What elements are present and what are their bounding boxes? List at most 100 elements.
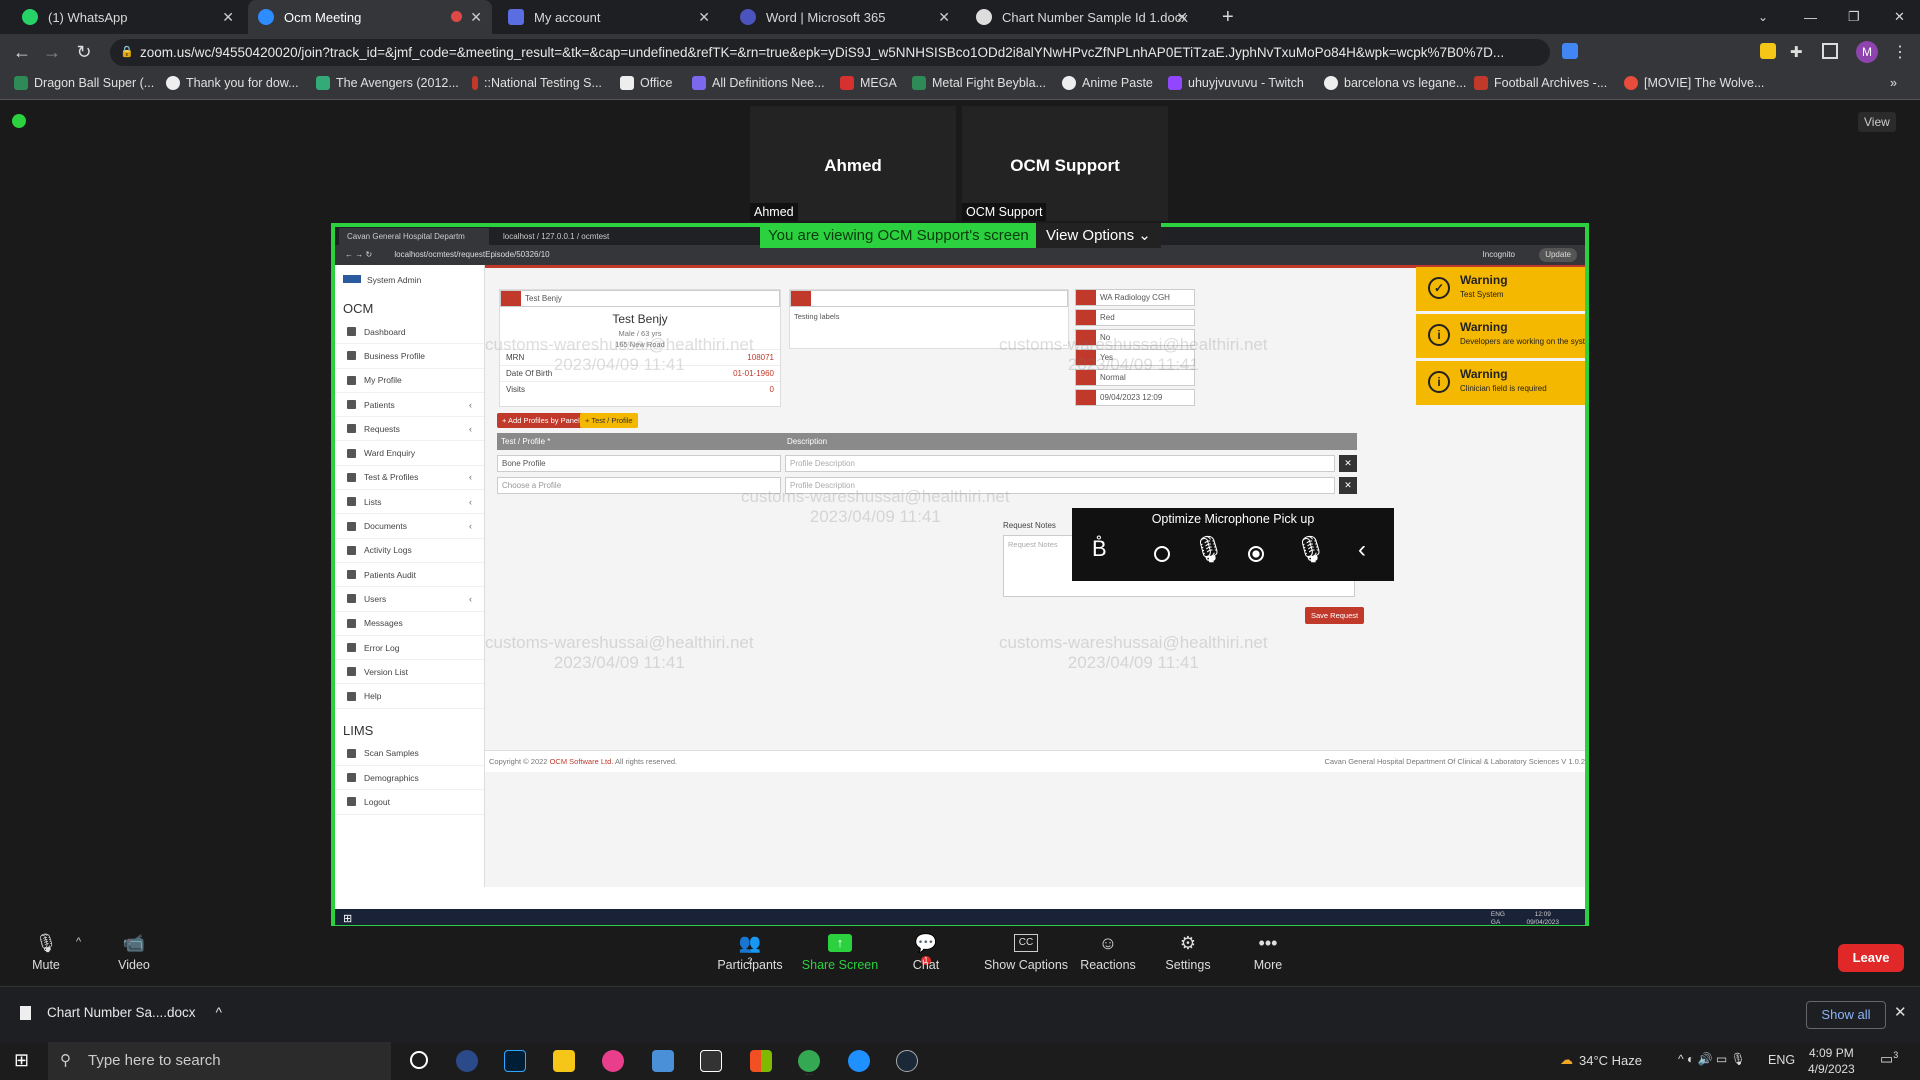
profile-select[interactable]: Choose a Profile (497, 477, 781, 494)
bookmark-item[interactable]: Dragon Ball Super (... (14, 76, 154, 90)
sidebar-item-messages[interactable]: Messages (335, 612, 484, 636)
sidebar-item-patients[interactable]: Patients ‹ (335, 393, 484, 418)
sidebar-item-users[interactable]: Users ‹ (335, 587, 484, 612)
clock[interactable]: 4:09 PM 4/9/2023 (1808, 1045, 1855, 1077)
forward-icon[interactable]: → (42, 42, 62, 62)
steam-icon[interactable] (896, 1050, 918, 1072)
extension-icon[interactable] (1760, 43, 1776, 59)
close-tab-icon[interactable]: ✕ (698, 9, 710, 26)
participant-tile-ahmed[interactable]: Ahmed Ahmed (750, 106, 956, 221)
warning-toast[interactable]: i WarningClinician field is required ✕ (1416, 361, 1585, 405)
photoshop-icon[interactable] (504, 1050, 526, 1072)
view-button[interactable]: View (1858, 112, 1896, 132)
sidebar-item-error-log[interactable]: Error Log (335, 636, 484, 661)
epic-games-icon[interactable] (700, 1050, 722, 1072)
save-request-button[interactable]: Save Request (1305, 607, 1365, 624)
close-window-button[interactable]: ✕ (1884, 0, 1915, 34)
bookmark-item[interactable]: The Avengers (2012... (316, 76, 459, 90)
priority-select[interactable]: Red (1075, 309, 1195, 326)
cortana-icon[interactable] (410, 1051, 428, 1069)
show-all-button[interactable]: Show all (1806, 1001, 1886, 1029)
new-tab-button[interactable]: + (1212, 0, 1244, 34)
mic-optimize-popup[interactable]: Optimize Microphone Pick up B̊ 🎙 🎙 ‹ (1072, 508, 1394, 581)
status-select[interactable]: Normal (1075, 369, 1195, 386)
tab-my-account[interactable]: My account ✕ (498, 0, 720, 34)
tab-chart-docx[interactable]: Chart Number Sample Id 1.docx ✕ (966, 0, 1198, 34)
reload-icon[interactable]: ↻ (74, 42, 94, 62)
date-field[interactable]: 09/04/2023 12:09 (1075, 389, 1195, 406)
tab-ocm-meeting[interactable]: Ocm Meeting ✕ (248, 0, 492, 34)
close-tab-icon[interactable]: ✕ (1176, 9, 1188, 26)
sidebar-item-scan-samples[interactable]: Scan Samples (335, 742, 484, 767)
mute-options-icon[interactable]: ^ (76, 936, 81, 948)
download-item[interactable]: Chart Number Sa....docx ^ (20, 1005, 222, 1020)
weather-widget[interactable]: ☁ 34°C Haze (1560, 1052, 1642, 1068)
bookmark-item[interactable]: Office (620, 76, 672, 90)
chat-button[interactable]: 💬1 Chat (886, 934, 966, 972)
test-profile-button[interactable]: + Test / Profile (580, 413, 638, 428)
sidebar-item-help[interactable]: Help (335, 684, 484, 709)
more-button[interactable]: ••• More (1228, 934, 1308, 972)
accessibility-icon[interactable]: B̊ (1092, 536, 1107, 562)
bookmark-item[interactable]: MEGA (840, 76, 897, 90)
sidebar-item-version-list[interactable]: Version List (335, 660, 484, 685)
participants-button[interactable]: 👥2 Participants (710, 934, 790, 972)
remove-row-button[interactable]: ✕ (1339, 455, 1357, 472)
bookmark-item[interactable]: barcelona vs legane... (1324, 76, 1466, 90)
video-button[interactable]: 📹 Video (94, 934, 174, 972)
footer-company-link[interactable]: OCM Software Ltd. (550, 757, 614, 766)
bookmark-item[interactable]: All Definitions Nee... (692, 76, 825, 90)
participant-tile-ocm-support[interactable]: OCM Support OCM Support (962, 106, 1168, 221)
sidebar-item-patients-audit[interactable]: Patients Audit (335, 563, 484, 588)
bookmark-item[interactable]: Metal Fight Beybla... (912, 76, 1046, 90)
mute-button[interactable]: 🎙 Mute (6, 934, 86, 972)
windows-start-icon[interactable]: ⊞ (14, 1050, 29, 1071)
bookmark-item[interactable]: Anime Paste (1062, 76, 1153, 90)
share-screen-button[interactable]: ↑ Share Screen (800, 934, 880, 972)
reactions-button[interactable]: ☺ Reactions (1068, 934, 1148, 972)
location-select[interactable]: WA Radiology CGH (1075, 289, 1195, 306)
profile-description-input[interactable]: Profile Description (785, 455, 1335, 472)
profile-description-input[interactable]: Profile Description (785, 477, 1335, 494)
sidebar-item-lists[interactable]: Lists ‹ (335, 490, 484, 515)
radio-off-icon[interactable] (1154, 546, 1170, 562)
bookmark-item[interactable]: Football Archives -... (1474, 76, 1607, 90)
url-bar[interactable]: 🔒 zoom.us/wc/94550420020/join?track_id=&… (110, 39, 1550, 66)
profile-select[interactable]: Bone Profile (497, 455, 781, 472)
bookmark-item[interactable]: [MOVIE] The Wolve... (1624, 76, 1764, 90)
menu-icon[interactable]: ⋮ (1892, 42, 1908, 62)
minimize-button[interactable]: — (1794, 0, 1827, 34)
profile-avatar[interactable]: M (1856, 41, 1878, 63)
bookmark-item[interactable]: uhuyjvuvuvu - Twitch (1168, 76, 1304, 90)
radio-on-icon[interactable] (1248, 546, 1264, 562)
tab-whatsapp[interactable]: (1) WhatsApp ✕ (12, 0, 244, 34)
sidebar-item-documents[interactable]: Documents ‹ (335, 514, 484, 539)
urgent-select[interactable]: Yes (1075, 349, 1195, 366)
restore-button[interactable]: ❐ (1838, 0, 1870, 34)
warning-toast[interactable]: i Warning Developers are working on the s… (1416, 314, 1585, 358)
tab-search-icon[interactable]: ⌄ (1748, 0, 1778, 34)
puzzle-icon[interactable]: ✚ (1790, 43, 1803, 61)
app-icon[interactable] (456, 1050, 478, 1072)
sidebar-item-demographics[interactable]: Demographics (335, 766, 484, 791)
sidebar-item-dashboard[interactable]: Dashboard (335, 320, 484, 345)
sidepanel-icon[interactable] (1822, 43, 1838, 59)
sidebar-item-logout[interactable]: Logout (335, 790, 484, 815)
leave-button[interactable]: Leave (1838, 944, 1904, 972)
headphones-icon[interactable] (602, 1050, 624, 1072)
app-icon[interactable] (652, 1050, 674, 1072)
sidebar-item-requests[interactable]: Requests ‹ (335, 417, 484, 442)
sidebar-item-test-profiles[interactable]: Test & Profiles ‹ (335, 466, 484, 491)
sidebar-item-activity-logs[interactable]: Activity Logs (335, 539, 484, 563)
collapse-icon[interactable]: ‹ (1358, 536, 1366, 564)
settings-button[interactable]: ⚙ Settings (1148, 934, 1228, 972)
view-options-button[interactable]: View Options ⌄ (1036, 223, 1161, 248)
close-icon[interactable]: ✕ (1894, 1003, 1907, 1021)
clinician-select[interactable] (790, 290, 1068, 307)
tray-icons[interactable]: ^ ◐ 🔊 ▭ 🎙 (1678, 1052, 1746, 1066)
bookmark-item[interactable]: Thank you for dow... (166, 76, 299, 90)
bookmark-item[interactable]: ::National Testing S... (472, 76, 602, 90)
sidebar-item-business-profile[interactable]: Business Profile (335, 344, 484, 369)
language-indicator[interactable]: ENG (1768, 1053, 1795, 1067)
back-icon[interactable]: ← (12, 42, 32, 62)
